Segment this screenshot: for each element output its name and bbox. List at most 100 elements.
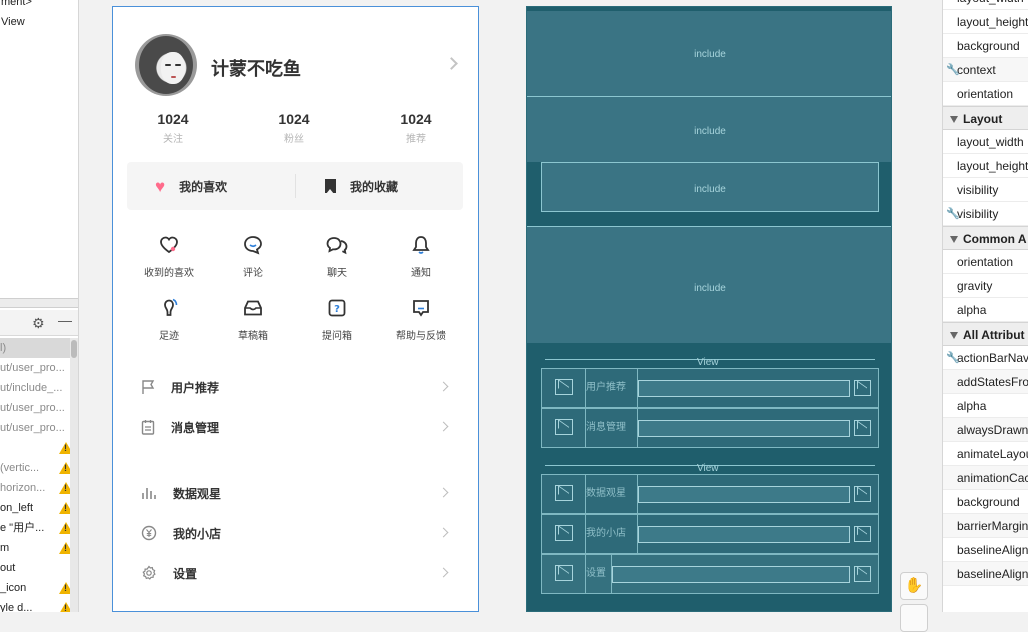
grid-label: 收到的喜欢: [144, 268, 194, 279]
design-preview: 计蒙不吃鱼 1024 关注 1024 粉丝 1024 推荐 ♥ 我的喜欢 我的收…: [112, 6, 479, 612]
expand-triangle-icon: [950, 332, 958, 339]
component-row[interactable]: on_left: [0, 498, 78, 518]
component-row[interactable]: e "用户...: [0, 518, 78, 538]
grid-item-chat[interactable]: 聊天: [295, 234, 379, 279]
avatar[interactable]: [135, 34, 197, 96]
attribute-label: alpha: [957, 303, 987, 317]
menu-item-message-management[interactable]: 消息管理: [141, 407, 453, 447]
attribute-row[interactable]: alpha: [943, 394, 1028, 418]
stat-label: 关注: [163, 134, 183, 145]
bell-icon: [412, 236, 430, 254]
blueprint-row[interactable]: 消息管理: [541, 408, 879, 448]
blueprint-row[interactable]: 用户推荐: [541, 368, 879, 408]
zoom-tool-button[interactable]: [900, 604, 928, 632]
attribute-section-header[interactable]: Common A: [943, 226, 1028, 250]
component-label: ut/user_pro...: [0, 422, 65, 434]
attribute-row[interactable]: animateLayou: [943, 442, 1028, 466]
heart-outline-icon: [160, 236, 178, 254]
menu-item-data-insight[interactable]: 数据观星: [141, 473, 453, 513]
grid-item-question-box[interactable]: ? 提问箱: [295, 297, 379, 342]
stat-recommend[interactable]: 1024 推荐: [366, 111, 466, 145]
attribute-row[interactable]: baselineAlign: [943, 562, 1028, 586]
panel-splitter[interactable]: [0, 298, 78, 308]
stat-fans[interactable]: 1024 粉丝: [244, 111, 344, 145]
my-likes-button[interactable]: ♥ 我的喜欢: [155, 162, 227, 210]
blueprint-include[interactable]: include: [527, 96, 891, 162]
component-row[interactable]: _icon: [0, 578, 78, 598]
component-row[interactable]: ut/user_pro...: [0, 418, 78, 438]
menu-label: 用户推荐: [171, 380, 220, 395]
attribute-row[interactable]: layout_width: [943, 0, 1028, 10]
menu-item-my-shop[interactable]: 我的小店: [141, 513, 453, 553]
component-label: l): [0, 342, 7, 354]
component-row[interactable]: l): [0, 338, 78, 358]
attribute-row[interactable]: orientation: [943, 250, 1028, 274]
attribute-row[interactable]: background: [943, 490, 1028, 514]
tree-item[interactable]: ment>: [0, 0, 78, 10]
component-label: on_left: [0, 502, 34, 514]
grid-label: 足迹: [159, 331, 179, 342]
attribute-row[interactable]: background: [943, 34, 1028, 58]
blueprint-row[interactable]: 设置: [541, 554, 879, 594]
blueprint-include[interactable]: include: [527, 11, 891, 96]
blueprint-row[interactable]: 我的小店: [541, 514, 879, 554]
attribute-row[interactable]: animationCac: [943, 466, 1028, 490]
chevron-right-icon[interactable]: [445, 57, 458, 70]
component-row[interactable]: [0, 438, 78, 458]
menu-item-settings[interactable]: 设置: [141, 553, 453, 593]
component-row[interactable]: m: [0, 538, 78, 558]
grid-item-footprints[interactable]: 足迹: [127, 297, 211, 342]
stat-follow[interactable]: 1024 关注: [123, 111, 223, 145]
component-label: m: [0, 542, 10, 554]
component-row[interactable]: ut/user_pro...: [0, 398, 78, 418]
component-row[interactable]: (vertic...: [0, 458, 78, 478]
attribute-row[interactable]: baselineAligne: [943, 538, 1028, 562]
attribute-row[interactable]: 🔧 context: [943, 58, 1028, 82]
scrollbar[interactable]: [70, 338, 78, 612]
component-label: e "用户...: [0, 522, 45, 534]
tree-item[interactable]: View: [0, 14, 78, 30]
menu-item-user-recommend[interactable]: 用户推荐: [141, 367, 453, 407]
attribute-row[interactable]: barrierMargin: [943, 514, 1028, 538]
attribute-row[interactable]: addStatesFrom: [943, 370, 1028, 394]
grid-item-drafts[interactable]: 草稿箱: [211, 297, 295, 342]
attribute-row[interactable]: 🔧 visibility: [943, 202, 1028, 226]
minimize-icon[interactable]: —: [58, 312, 72, 328]
component-row[interactable]: ut/user_pro...: [0, 358, 78, 378]
component-row[interactable]: out: [0, 558, 78, 578]
blueprint-row[interactable]: 数据观星: [541, 474, 879, 514]
question-box-icon: ?: [328, 299, 346, 317]
gear-icon[interactable]: ⚙: [32, 315, 45, 332]
attribute-label: layout_height: [957, 159, 1028, 173]
attribute-row[interactable]: 🔧 actionBarNav: [943, 346, 1028, 370]
attribute-section-header[interactable]: All Attribut: [943, 322, 1028, 346]
attribute-section-header[interactable]: Layout: [943, 106, 1028, 130]
attribute-row[interactable]: gravity: [943, 274, 1028, 298]
attribute-row[interactable]: layout_height: [943, 10, 1028, 34]
my-collections-button[interactable]: 我的收藏: [325, 162, 398, 210]
attribute-label: visibility: [957, 207, 999, 221]
attribute-row[interactable]: visibility: [943, 178, 1028, 202]
attribute-row[interactable]: alpha: [943, 298, 1028, 322]
attribute-row[interactable]: alwaysDrawnW: [943, 418, 1028, 442]
component-row[interactable]: yle d...: [0, 598, 78, 612]
attribute-row[interactable]: layout_height: [943, 154, 1028, 178]
blueprint-include[interactable]: include: [527, 226, 891, 343]
grid-item-comments[interactable]: 评论: [211, 234, 295, 279]
component-row[interactable]: ut/include_...: [0, 378, 78, 398]
menu-label: 消息管理: [171, 420, 220, 435]
attribute-label: orientation: [957, 87, 1014, 101]
blueprint-include[interactable]: include: [541, 162, 879, 212]
grid-item-received-likes[interactable]: 收到的喜欢: [127, 234, 211, 279]
grid-item-notifications[interactable]: 通知: [379, 234, 463, 279]
grid-item-help-feedback[interactable]: 帮助与反馈: [379, 297, 463, 342]
pan-hand-icon[interactable]: ✋: [900, 572, 928, 600]
attribute-label: alpha: [957, 399, 987, 413]
attribute-row[interactable]: orientation: [943, 82, 1028, 106]
attribute-label: actionBarNav: [957, 351, 1028, 365]
attribute-row[interactable]: layout_width: [943, 130, 1028, 154]
bookmark-icon: [325, 179, 336, 194]
chevron-right-icon: [438, 567, 449, 578]
component-label: yle d...: [0, 602, 33, 612]
component-row[interactable]: horizon...: [0, 478, 78, 498]
